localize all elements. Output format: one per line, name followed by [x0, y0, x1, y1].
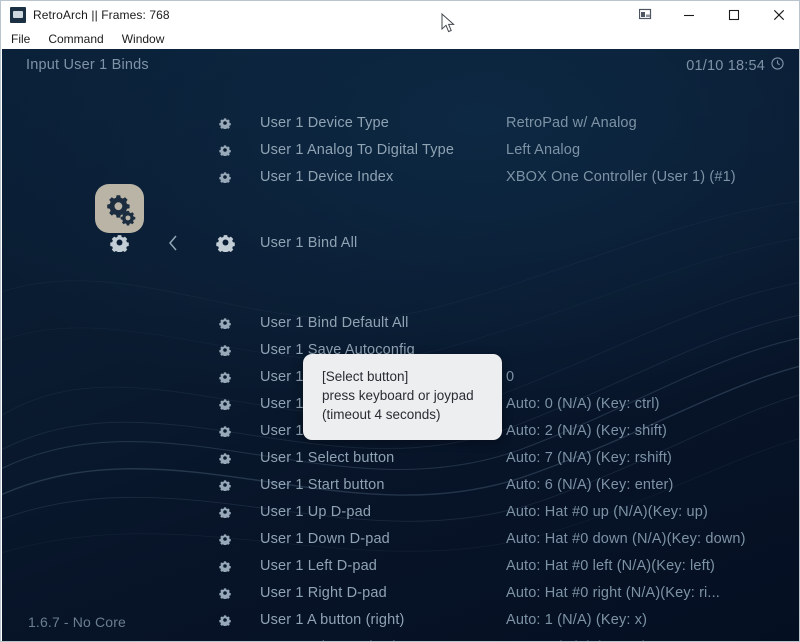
menubar: File Command Window	[1, 29, 800, 49]
entry-row-bind-default-all[interactable]: User 1 Bind Default All	[2, 309, 800, 336]
entry-value: Auto: Hat #0 right (N/A)(Key: ri...	[506, 585, 720, 601]
window-title: RetroArch || Frames: 768	[33, 8, 170, 22]
entry-row-left-dpad[interactable]: User 1 Left D-pad Auto: Hat #0 left (N/A…	[2, 552, 800, 579]
entry-value: Auto: 7 (N/A) (Key: rshift)	[506, 450, 672, 466]
entry-row-device-index[interactable]: User 1 Device Index XBOX One Controller …	[2, 163, 800, 190]
dialog-line-2: press keyboard or joypad	[322, 386, 502, 405]
entry-value: Auto: Hat #0 left (N/A)(Key: left)	[506, 558, 715, 574]
gear-icon	[217, 342, 233, 358]
entry-row-start-button[interactable]: User 1 Start button Auto: 6 (N/A) (Key: …	[2, 471, 800, 498]
menu-file[interactable]: File	[9, 31, 38, 48]
gear-icon	[217, 142, 233, 158]
gear-icon	[217, 315, 233, 331]
gear-icon	[217, 423, 233, 439]
maximize-button[interactable]	[711, 1, 756, 29]
entry-row-device-type[interactable]: User 1 Device Type RetroPad w/ Analog	[2, 109, 800, 136]
dialog-line-3: (timeout 4 seconds)	[322, 405, 502, 424]
gear-icon	[217, 450, 233, 466]
entry-row-bind-all[interactable]: User 1 Bind All	[2, 229, 800, 256]
gear-icon	[217, 169, 233, 185]
close-button[interactable]	[756, 1, 800, 29]
version-label: 1.6.7 - No Core	[28, 614, 126, 630]
settings-entry-list: User 1 Device Type RetroPad w/ Analog Us…	[2, 49, 800, 642]
entry-value: Auto: 0 (N/A) (Key: ctrl)	[506, 396, 660, 412]
entry-label: User 1 Device Index	[260, 169, 393, 185]
gear-icon	[217, 558, 233, 574]
menu-window[interactable]: Window	[120, 31, 173, 48]
restore-layout-icon[interactable]	[626, 1, 666, 29]
entry-label: User 1 Bind All	[260, 229, 357, 256]
entry-value: XBOX One Controller (User 1) (#1)	[506, 169, 736, 185]
gear-icon	[217, 585, 233, 601]
entry-value: Auto: Hat #0 up (N/A)(Key: up)	[506, 504, 708, 520]
gear-icon	[217, 115, 233, 131]
entry-label: User 1 X button (top)	[260, 639, 398, 642]
entry-label: User 1 Down D-pad	[260, 531, 390, 547]
dialog-line-1: [Select button]	[322, 367, 502, 386]
gear-icon	[217, 477, 233, 493]
gear-icon	[217, 396, 233, 412]
entry-label: User 1 Right D-pad	[260, 585, 387, 601]
entry-value: Auto: 2 (N/A) (Key: shift)	[506, 423, 667, 439]
entry-label: User 1 A button (right)	[260, 612, 405, 628]
entry-label: User 1 Bind Default All	[260, 315, 409, 331]
entry-row-up-dpad[interactable]: User 1 Up D-pad Auto: Hat #0 up (N/A)(Ke…	[2, 498, 800, 525]
entry-label: User 1 Select button	[260, 450, 394, 466]
entry-value: Auto: 1 (N/A) (Key: x)	[506, 612, 647, 628]
entry-row-x-button[interactable]: User 1 X button (top) Auto: 3 (N/A) (Key…	[2, 633, 800, 642]
gear-icon[interactable]	[108, 229, 130, 256]
entry-row-select-button[interactable]: User 1 Select button Auto: 7 (N/A) (Key:…	[2, 444, 800, 471]
entry-value: Auto: 3 (N/A) (Key: s)	[506, 639, 647, 642]
minimize-button[interactable]	[666, 1, 711, 29]
xmb-canvas: Input User 1 Binds 01/10 18:54	[2, 49, 800, 642]
gear-icon	[217, 612, 233, 628]
entry-value: Auto: Hat #0 down (N/A)(Key: down)	[506, 531, 746, 547]
gear-icon[interactable]	[214, 229, 236, 256]
window-titlebar[interactable]: RetroArch || Frames: 768	[1, 1, 800, 29]
mouse-cursor	[441, 13, 457, 35]
menu-command[interactable]: Command	[46, 31, 111, 48]
entry-label: User 1 Up D-pad	[260, 504, 371, 520]
chevron-left-icon[interactable]	[162, 229, 184, 256]
entry-row-down-dpad[interactable]: User 1 Down D-pad Auto: Hat #0 down (N/A…	[2, 525, 800, 552]
retroarch-icon	[10, 7, 26, 23]
entry-label: User 1 Left D-pad	[260, 558, 377, 574]
entry-label: User 1 Analog To Digital Type	[260, 142, 454, 158]
gear-icon	[217, 504, 233, 520]
entry-value: Left Analog	[506, 142, 580, 158]
entry-value: 0	[506, 369, 514, 385]
gear-icon	[217, 369, 233, 385]
entry-label: User 1 Device Type	[260, 115, 389, 131]
gear-icon	[217, 639, 233, 642]
entry-value: Auto: 6 (N/A) (Key: enter)	[506, 477, 674, 493]
entry-value: RetroPad w/ Analog	[506, 115, 637, 131]
entry-row-right-dpad[interactable]: User 1 Right D-pad Auto: Hat #0 right (N…	[2, 579, 800, 606]
retroarch-window: RetroArch || Frames: 768	[0, 0, 800, 642]
entry-row-analog-to-digital[interactable]: User 1 Analog To Digital Type Left Analo…	[2, 136, 800, 163]
entry-label: User 1 Start button	[260, 477, 385, 493]
gear-icon	[217, 531, 233, 547]
bind-prompt-dialog: [Select button] press keyboard or joypad…	[303, 354, 502, 440]
